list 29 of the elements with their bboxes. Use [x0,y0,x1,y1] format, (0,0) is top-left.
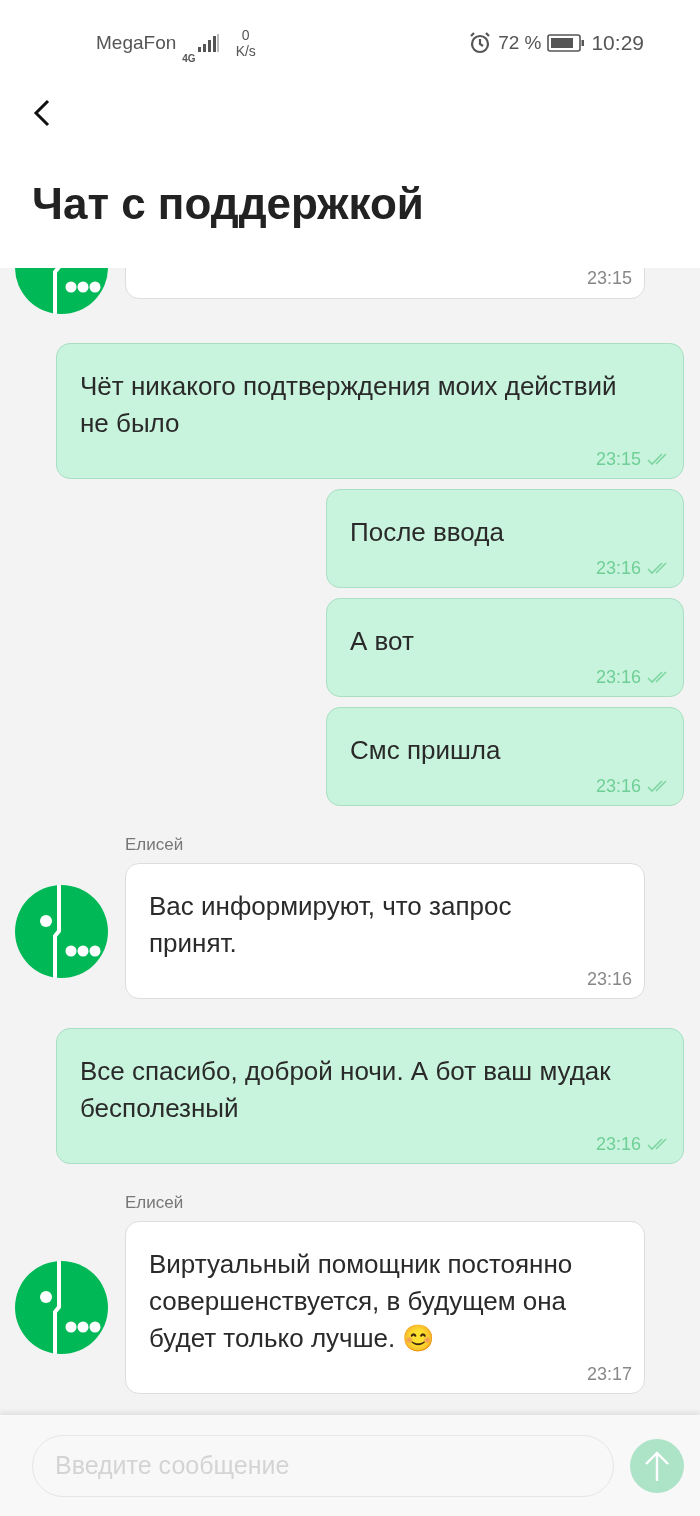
message-time: 23:15 [586,268,632,290]
message-time: 23:16 [595,665,641,689]
message-text: Все спасибо, доброй ночи. А бот ваш мудак бесполезный [80,1055,612,1125]
avatar-logo-icon [15,884,108,978]
sender-name: Елисей [125,1193,185,1213]
arrow-up-icon [644,1449,670,1482]
message-text: Вас информируют, что запрос принят. [149,890,513,960]
network-type: 4G [182,52,196,64]
signal-icon [195,33,220,53]
clock: 10:29 [591,31,644,55]
page-title: Чат с поддержкой [32,179,425,229]
speed-unit: K/s [235,43,256,59]
message-time: 23:16 [586,967,632,991]
message-text: Виртуальный помощник постоянно совершенствуется, в будущем она будет только лучше. 😊 [149,1248,574,1355]
avatar-logo-icon [15,1261,108,1354]
battery-icon [547,33,586,53]
sender-name: Елисей [125,835,185,855]
message-time: 23:16 [595,1132,641,1156]
message-text: Смс пришла [350,734,502,767]
carrier-name: MegaFon [96,32,177,54]
battery-percent: 72 % [498,32,542,54]
message-time: 23:17 [586,1362,632,1386]
message-time: 23:15 [595,447,641,471]
message-time: 23:16 [595,774,641,798]
message-text: А вот [350,625,415,658]
message-text: После ввода [350,516,505,549]
speed-value: 0 [241,27,250,43]
message-time: 23:16 [595,556,641,580]
message-text: Чёт никакого подтверждения моих действий не было [80,370,618,440]
